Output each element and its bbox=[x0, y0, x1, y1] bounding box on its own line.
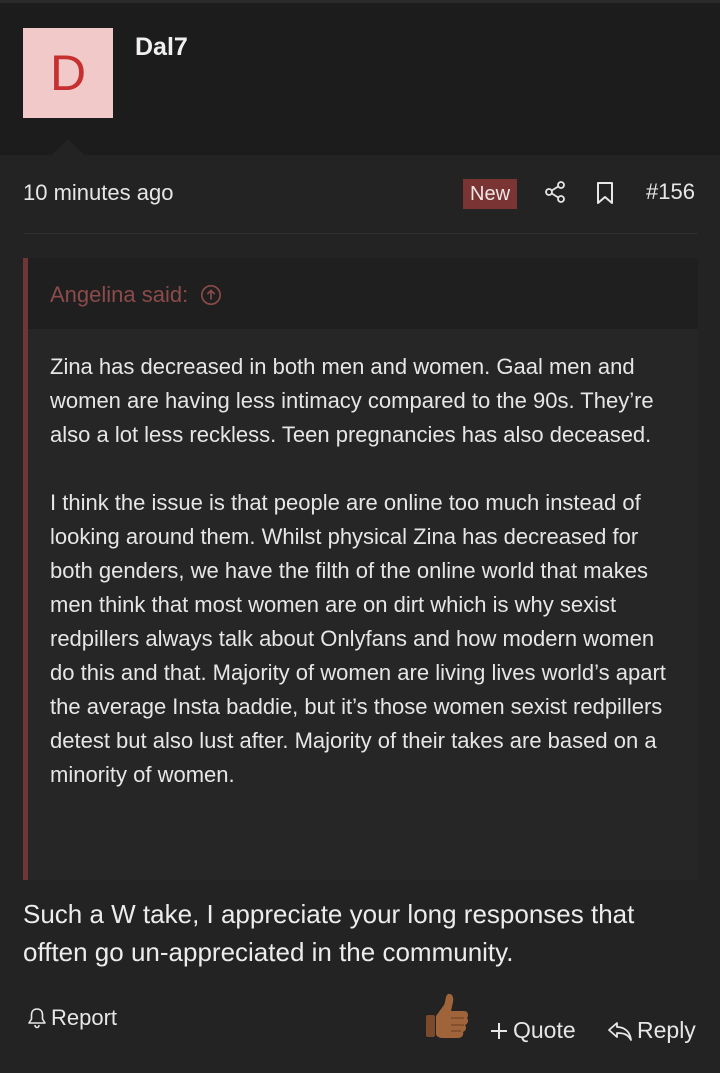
reply-label: Reply bbox=[637, 1017, 696, 1043]
username[interactable]: Dal7 bbox=[135, 33, 188, 62]
forum-post: D Dal7 10 minutes ago New #156 Angelina … bbox=[0, 0, 720, 1073]
reply-message: Such a W take, I appreciate your long re… bbox=[23, 899, 635, 967]
plus-icon bbox=[491, 1022, 507, 1039]
quote-header[interactable]: Angelina said: bbox=[28, 258, 698, 329]
quote-author[interactable]: Angelina said: bbox=[50, 282, 222, 308]
post-meta: 10 minutes ago New #156 bbox=[0, 155, 720, 233]
post-body: 10 minutes ago New #156 Angelina said: Z… bbox=[0, 155, 720, 1073]
quote-paragraph: I think the issue is that people are onl… bbox=[50, 490, 666, 787]
avatar-letter: D bbox=[49, 45, 87, 101]
report-label: Report bbox=[51, 1005, 118, 1030]
quote-paragraph: Zina has decreased in both men and women… bbox=[50, 354, 654, 447]
reply-button[interactable]: Reply bbox=[607, 1017, 696, 1044]
post-timestamp[interactable]: 10 minutes ago bbox=[23, 180, 173, 206]
quote-author-label: Angelina said: bbox=[50, 282, 189, 307]
bookmark-icon[interactable] bbox=[595, 181, 615, 205]
user-header: D Dal7 bbox=[0, 3, 720, 159]
arrow-up-circle-icon[interactable] bbox=[200, 284, 222, 306]
reply-arrow-icon bbox=[608, 1021, 632, 1041]
bell-icon bbox=[28, 1008, 46, 1029]
thumbs-up-icon[interactable] bbox=[424, 991, 470, 1043]
report-button[interactable]: Report bbox=[27, 1005, 117, 1031]
quote-block: Angelina said: Zina has decreased in bot… bbox=[23, 258, 698, 880]
post-number-link[interactable]: #156 bbox=[646, 179, 695, 205]
meta-divider bbox=[23, 233, 698, 234]
quote-label: Quote bbox=[513, 1017, 576, 1043]
new-badge: New bbox=[463, 179, 518, 209]
share-icon[interactable] bbox=[543, 180, 567, 204]
quote-button[interactable]: Quote bbox=[490, 1017, 576, 1044]
avatar[interactable]: D bbox=[23, 28, 113, 118]
quote-content: Zina has decreased in both men and women… bbox=[50, 350, 680, 826]
